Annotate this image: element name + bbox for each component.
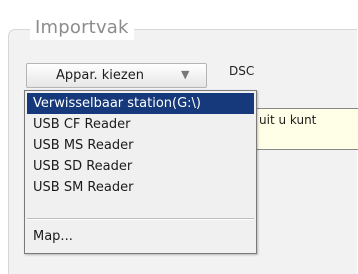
menu-item-removable-drive[interactable]: Verwisselbaar station(G:\) <box>27 93 254 114</box>
menu-item-usb-sm-reader[interactable]: USB SM Reader <box>27 177 254 198</box>
tooltip-text: uit u kunt <box>259 113 317 127</box>
device-dropdown-menu: Verwisselbaar station(G:\) USB CF Reader… <box>24 90 257 254</box>
menu-item-usb-sd-reader[interactable]: USB SD Reader <box>27 156 254 177</box>
menu-item-usb-cf-reader[interactable]: USB CF Reader <box>27 114 254 135</box>
device-type-label: DSC <box>229 64 255 78</box>
menu-item-usb-ms-reader[interactable]: USB MS Reader <box>27 135 254 156</box>
device-select-button[interactable]: Appar. kiezen ▼ <box>26 63 207 88</box>
group-title: Importvak <box>30 16 134 40</box>
import-panel: Importvak Appar. kiezen ▼ DSC uit u kunt… <box>0 0 358 274</box>
menu-item-folder[interactable]: Map... <box>27 226 254 247</box>
chevron-down-icon: ▼ <box>181 68 190 81</box>
device-select-label: Appar. kiezen <box>56 68 144 83</box>
menu-separator <box>27 218 254 220</box>
